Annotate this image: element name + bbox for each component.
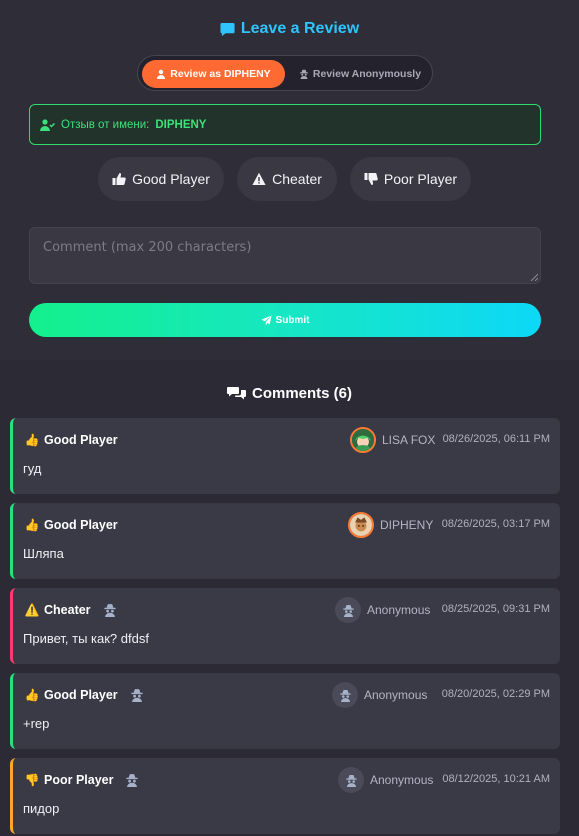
review-anonymously-button[interactable]: Review Anonymously — [291, 60, 429, 88]
submit-button[interactable]: Submit — [29, 303, 541, 337]
comment-author: Anonymous — [335, 597, 430, 623]
comment-rating: 👍 Good Player — [25, 518, 118, 532]
identity-name: DIPHENY — [155, 118, 207, 131]
rating-poor-player-label: Poor Player — [383, 171, 458, 187]
comment-author-name: Anonymous — [370, 773, 434, 787]
comment-author[interactable]: LISA FOX — [350, 427, 435, 453]
identity-notice: Отзыв от имени: DIPHENY — [29, 104, 541, 145]
comment-rating-label: Cheater — [44, 603, 91, 617]
rating-good-player-label: Good Player — [132, 171, 210, 187]
anonymous-icon — [299, 69, 308, 79]
dipheny-avatar-icon — [350, 514, 372, 536]
comment-icon — [220, 22, 235, 36]
comment-textarea[interactable]: Comment (max 200 characters) — [29, 227, 541, 284]
comment-card: 👍 Good Player Anonymous 08/20/2025, 02:2… — [10, 673, 560, 749]
thumbs-up-emoji-icon: 👍 — [24, 688, 40, 702]
thumbs-down-emoji-icon: 👎 — [24, 773, 40, 787]
paper-plane-icon — [261, 314, 272, 326]
warning-icon — [252, 172, 266, 185]
review-as-user-label: Review as DIPHENY — [170, 68, 271, 80]
identity-label: Отзыв от имени: — [61, 118, 150, 131]
review-mode-toggle: Review as DIPHENY Review Anonymously — [137, 55, 433, 91]
anonymous-icon — [342, 604, 354, 617]
rating-cheater-button[interactable]: Cheater — [237, 157, 337, 201]
comment-card: 👎 Poor Player Anonymous 08/12/2025, 10:2… — [10, 758, 560, 834]
comments-heading: Comments (6) — [0, 385, 579, 402]
lisa-fox-avatar-icon — [352, 429, 374, 451]
thumbs-up-emoji-icon: 👍 — [24, 433, 40, 447]
comment-text: гуд — [23, 461, 42, 476]
comment-text: пидор — [23, 801, 60, 816]
anonymous-icon — [126, 774, 139, 787]
comment-author-name: Anonymous — [364, 688, 428, 702]
user-check-icon — [40, 118, 55, 131]
comment-card: ⚠️ Cheater Anonymous 08/25/2025, 09:31 P… — [10, 588, 560, 664]
comment-author-name: DIPHENY — [380, 518, 434, 532]
resize-grip-icon[interactable] — [530, 273, 538, 281]
thumbs-down-icon — [364, 173, 378, 185]
comment-author-name: Anonymous — [367, 603, 431, 617]
comment-date: 08/20/2025, 02:29 PM — [441, 688, 550, 700]
comment-author[interactable]: DIPHENY — [348, 512, 433, 538]
anonymous-icon — [345, 774, 357, 787]
avatar — [338, 767, 364, 793]
comment-author: Anonymous — [338, 767, 433, 793]
comment-rating: ⚠️ Cheater — [25, 603, 117, 617]
anonymous-icon — [339, 689, 351, 702]
thumbs-up-emoji-icon: 👍 — [24, 518, 40, 532]
comment-rating-label: Good Player — [44, 688, 118, 702]
comment-date: 08/26/2025, 03:17 PM — [441, 518, 550, 530]
avatar — [335, 597, 361, 623]
comments-icon — [226, 387, 246, 400]
review-form-title-text: Leave a Review — [240, 20, 360, 37]
comment-text: Привет, ты как? dfdsf — [23, 631, 149, 646]
comment-card: 👍 Good Player LISA FOX 08/26/2025, 06:11… — [10, 418, 560, 494]
comment-rating: 👍 Good Player — [25, 433, 118, 447]
rating-cheater-label: Cheater — [272, 171, 322, 187]
comment-author: Anonymous — [332, 682, 427, 708]
avatar — [348, 512, 374, 538]
comment-rating-label: Good Player — [44, 518, 118, 532]
comment-date: 08/12/2025, 10:21 AM — [442, 773, 550, 785]
avatar — [332, 682, 358, 708]
rating-good-player-button[interactable]: Good Player — [98, 157, 224, 201]
comment-rating: 👍 Good Player — [25, 688, 144, 702]
comment-rating: 👎 Poor Player — [25, 773, 139, 787]
thumbs-up-icon — [112, 173, 126, 185]
warning-emoji-icon: ⚠️ — [24, 603, 40, 617]
comment-date: 08/26/2025, 06:11 PM — [442, 433, 550, 445]
comment-placeholder: Comment (max 200 characters) — [43, 240, 252, 255]
comment-card: 👍 Good Player DIPHENY 08/26/2025, 03:17 … — [10, 503, 560, 579]
rating-poor-player-button[interactable]: Poor Player — [350, 157, 471, 201]
comment-author-name: LISA FOX — [382, 433, 436, 447]
review-as-user-button[interactable]: Review as DIPHENY — [142, 60, 285, 88]
user-icon — [157, 69, 166, 79]
comment-text: +rep — [23, 716, 50, 731]
comment-rating-label: Poor Player — [44, 773, 114, 787]
comments-heading-text: Comments (6) — [251, 385, 352, 402]
comment-text: Шляпа — [23, 546, 64, 561]
review-anonymously-label: Review Anonymously — [312, 68, 422, 80]
review-form-panel: Leave a Review Review as DIPHENY Review … — [0, 0, 579, 360]
comment-date: 08/25/2025, 09:31 PM — [441, 603, 550, 615]
anonymous-icon — [131, 689, 143, 702]
submit-label: Submit — [275, 314, 310, 326]
comment-rating-label: Good Player — [44, 433, 118, 447]
anonymous-icon — [103, 604, 116, 617]
review-form-title: Leave a Review — [0, 20, 579, 38]
avatar — [350, 427, 376, 453]
